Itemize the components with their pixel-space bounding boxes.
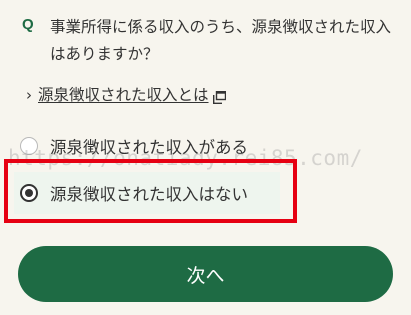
radio-checked[interactable] xyxy=(20,184,38,202)
question-mark: Q xyxy=(22,16,34,33)
chevron-right-icon: › xyxy=(26,86,32,104)
radio-unchecked[interactable] xyxy=(20,137,38,155)
next-button[interactable]: 次へ xyxy=(18,246,393,302)
option-has-withholding[interactable]: 源泉徴収された収入がある xyxy=(14,125,280,167)
question-block: Q 事業所得に係る収入のうち、源泉徴収された収入はありますか？ xyxy=(22,14,400,68)
option-label: 源泉徴収された収入はない xyxy=(50,185,248,204)
help-link[interactable]: › 源泉徴収された収入とは xyxy=(26,85,226,105)
option-no-withholding[interactable]: 源泉徴収された収入はない xyxy=(14,172,280,214)
question-text: 事業所得に係る収入のうち、源泉徴収された収入はありますか？ xyxy=(50,18,392,63)
external-window-icon xyxy=(212,89,226,104)
help-link-label[interactable]: 源泉徴収された収入とは xyxy=(38,85,209,105)
option-label: 源泉徴収された収入がある xyxy=(50,138,248,157)
